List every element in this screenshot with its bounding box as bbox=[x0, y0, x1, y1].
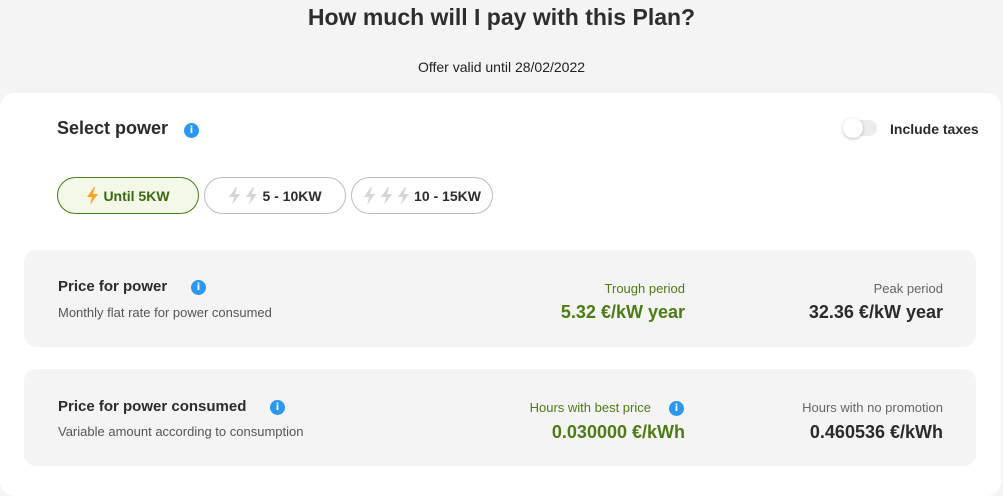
trough-period-value: 5.32 €/kW year bbox=[560, 302, 685, 322]
info-icon[interactable]: i bbox=[669, 401, 684, 416]
peak-period-label: Peak period bbox=[873, 281, 943, 296]
no-promotion-hours-label: Hours with no promotion bbox=[802, 400, 943, 415]
info-icon[interactable]: i bbox=[270, 400, 285, 415]
select-power-title: Select power bbox=[57, 118, 169, 138]
lightning-bolt-icon bbox=[86, 186, 99, 205]
page-title: How much will I pay with this Plan? bbox=[307, 4, 696, 30]
best-price-hours-value: 0.030000 €/kWh bbox=[551, 422, 685, 442]
power-option-label: 10 - 15KW bbox=[414, 187, 481, 204]
trough-period-label: Trough period bbox=[604, 281, 685, 296]
lightning-bolt-icon bbox=[228, 186, 241, 205]
price-for-power-consumed-description: Variable amount according to consumption bbox=[58, 424, 304, 439]
power-option-label: 5 - 10KW bbox=[262, 187, 322, 204]
toggle-knob bbox=[843, 118, 863, 138]
peak-period-value: 32.36 €/kW year bbox=[808, 302, 943, 322]
power-option-until-5kw[interactable]: Until 5KW bbox=[57, 177, 199, 214]
price-for-power-title: Price for power bbox=[58, 278, 168, 295]
include-taxes-label: Include taxes bbox=[890, 121, 979, 137]
price-for-power-description: Monthly flat rate for power consumed bbox=[58, 305, 272, 320]
price-for-power-panel: Price for power i Monthly flat rate for … bbox=[24, 250, 976, 347]
best-price-hours-label: Hours with best price bbox=[529, 400, 651, 415]
price-for-power-consumed-panel: Price for power consumed i Variable amou… bbox=[24, 369, 976, 466]
power-option-5-10kw[interactable]: 5 - 10KW bbox=[204, 177, 346, 214]
info-icon[interactable]: i bbox=[191, 280, 206, 295]
price-for-power-consumed-title: Price for power consumed bbox=[58, 398, 247, 415]
lightning-bolt-icon bbox=[245, 186, 258, 205]
power-option-10-15kw[interactable]: 10 - 15KW bbox=[351, 177, 493, 214]
info-icon[interactable]: i bbox=[184, 123, 199, 138]
pricing-card: Select power i Include taxes Until 5KW 5… bbox=[0, 93, 1001, 496]
lightning-bolt-icon bbox=[380, 186, 393, 205]
include-taxes-toggle[interactable] bbox=[843, 118, 877, 138]
lightning-bolt-icon bbox=[397, 186, 410, 205]
lightning-bolt-icon bbox=[363, 186, 376, 205]
offer-valid-text: Offer valid until 28/02/2022 bbox=[417, 59, 586, 75]
no-promotion-hours-value: 0.460536 €/kWh bbox=[809, 422, 943, 442]
power-option-label: Until 5KW bbox=[103, 187, 170, 204]
